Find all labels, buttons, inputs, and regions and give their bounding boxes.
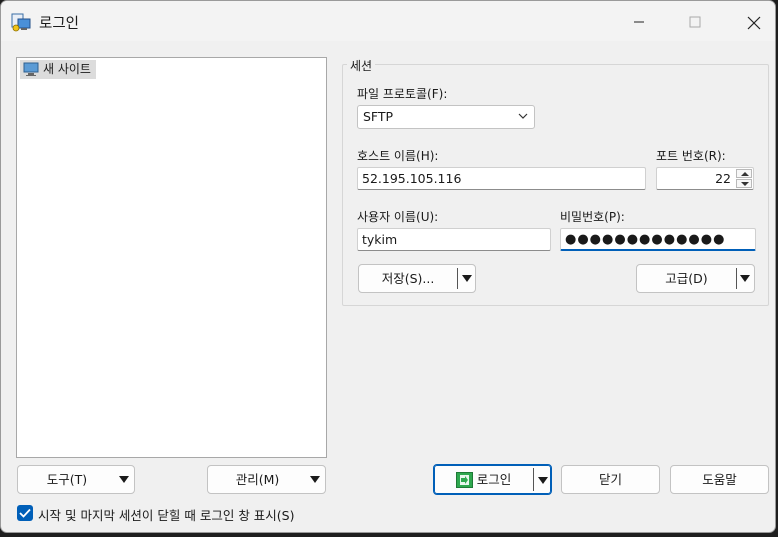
tools-button[interactable]: 도구(T) [17,465,135,494]
dropdown-arrow-icon [310,476,320,483]
split-separator [457,268,458,289]
advanced-button[interactable]: 고급(D) [636,264,755,293]
minimize-button[interactable] [616,8,662,36]
split-separator [736,268,737,289]
checkmark-icon [19,508,31,518]
dropdown-arrow-icon[interactable] [538,477,548,484]
show-on-start-label[interactable]: 시작 및 마지막 세션이 닫힐 때 로그인 창 표시(S) [38,505,294,524]
port-spinner[interactable]: 22 [656,167,754,190]
site-item-label: 새 사이트 [43,62,91,76]
chevron-down-icon [518,113,528,119]
port-value: 22 [715,171,731,186]
window-title: 로그인 [39,16,80,32]
protocol-value: SFTP [363,109,394,124]
host-input[interactable]: 52.195.105.116 [357,167,646,190]
app-icon [11,13,31,32]
dropdown-arrow-icon[interactable] [740,275,750,282]
close-button[interactable]: 닫기 [561,465,660,494]
protocol-select[interactable]: SFTP [357,105,535,129]
login-button[interactable]: 로그인 [433,464,552,495]
password-input[interactable]: ●●●●●●●●●●●●● [560,228,756,251]
help-button[interactable]: 도움말 [670,465,769,494]
password-label: 비밀번호(P): [560,210,625,224]
port-increment-button[interactable] [736,169,752,178]
close-icon [747,16,761,30]
new-site-icon [23,62,39,76]
site-tree[interactable]: 새 사이트 [16,57,327,458]
session-group-label: 세션 [347,57,376,74]
port-decrement-button[interactable] [736,179,752,188]
tools-button-label: 도구(T) [46,472,88,487]
host-label: 호스트 이름(H): [357,149,439,163]
split-separator [533,468,534,491]
maximize-button[interactable] [672,8,718,36]
dropdown-arrow-icon [119,476,129,483]
dropdown-arrow-icon[interactable] [462,275,472,282]
arrow-up-icon [741,172,749,176]
save-button[interactable]: 저장(S)... [358,264,476,293]
manage-button[interactable]: 관리(M) [207,465,326,494]
manage-button-label: 관리(M) [235,472,280,487]
login-icon [456,472,473,488]
login-button-label: 로그인 [476,472,512,487]
port-label: 포트 번호(R): [656,149,726,163]
username-input[interactable]: tykim [357,228,551,251]
arrow-down-icon [741,182,749,186]
maximize-icon [689,16,701,28]
login-dialog: 로그인 새 사이트 세션 파일 프로토콜(F): SFTP 호스트 이름(H):… [0,0,776,533]
site-item-new-site[interactable]: 새 사이트 [20,60,96,79]
title-bar: 로그인 [1,1,775,41]
protocol-label: 파일 프로토콜(F): [357,87,448,101]
minimize-icon [634,21,644,23]
close-window-button[interactable] [730,8,775,36]
advanced-button-label: 고급(D) [665,271,708,286]
save-button-label: 저장(S)... [381,271,435,286]
show-on-start-checkbox[interactable] [17,505,33,521]
username-label: 사용자 이름(U): [357,210,439,224]
